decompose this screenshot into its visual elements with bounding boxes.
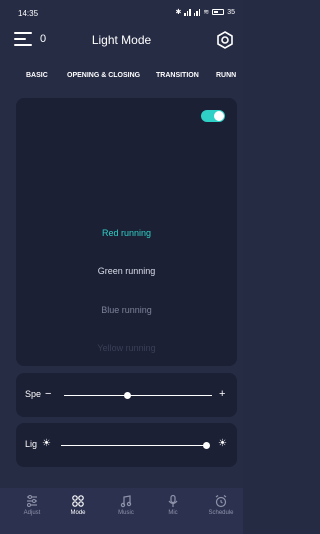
brightness-low-icon: ☀ xyxy=(42,438,51,449)
status-icons: ✱ ≋ 35 xyxy=(175,8,235,16)
alarm-clock-icon xyxy=(215,495,227,508)
nav-adjust[interactable]: Adjust xyxy=(12,494,52,516)
bottom-nav: Adjust Mode Music Mic Schedule xyxy=(0,488,243,534)
mode-icon xyxy=(72,495,84,507)
nav-mic[interactable]: Mic xyxy=(153,494,193,516)
brightness-high-icon: ☀ xyxy=(218,438,227,449)
nav-schedule[interactable]: Schedule xyxy=(201,494,241,516)
nav-mic-label: Mic xyxy=(168,510,178,516)
speed-increase-button[interactable]: + xyxy=(219,388,225,400)
nav-adjust-label: Adjust xyxy=(23,510,41,516)
signal-icon xyxy=(184,8,191,16)
speed-label: Spe xyxy=(25,389,42,399)
nav-mode-label: Mode xyxy=(70,510,86,516)
tab-opening-closing[interactable]: OPENING & CLOSING xyxy=(67,72,140,79)
brightness-label: Lig xyxy=(25,439,38,449)
music-icon xyxy=(120,495,132,508)
mic-icon xyxy=(168,494,178,507)
page-title: Light Mode xyxy=(91,33,152,47)
settings-icon[interactable] xyxy=(215,30,235,50)
brightness-slider-thumb[interactable] xyxy=(202,442,210,449)
header: 0 Light Mode xyxy=(0,26,243,56)
picker-item-yellow-running[interactable]: Yellow running xyxy=(16,343,237,353)
tab-basic[interactable]: BASIC xyxy=(26,72,48,79)
wifi-icon: ≋ xyxy=(203,9,210,16)
battery-icon xyxy=(212,9,225,15)
picker-item-blue-running[interactable]: Blue running xyxy=(16,305,237,315)
bluetooth-icon: ✱ xyxy=(175,9,182,16)
signal-icon-2 xyxy=(193,8,201,16)
mode-picker-card: Red running Green running Blue running Y… xyxy=(16,98,237,366)
mode-toggle[interactable] xyxy=(201,110,225,122)
nav-music-label: Music xyxy=(118,510,134,516)
brightness-slider-track[interactable] xyxy=(61,445,206,446)
picker-item-red-running[interactable]: Red running xyxy=(16,228,237,238)
tab-running[interactable]: RUNN xyxy=(216,72,236,79)
mode-tabs: BASIC OPENING & CLOSING TRANSITION RUNN xyxy=(0,70,243,84)
status-time: 14:35 xyxy=(18,9,39,18)
tab-transition[interactable]: TRANSITION xyxy=(156,72,199,79)
nav-music[interactable]: Music xyxy=(106,494,146,516)
speed-slider-thumb[interactable] xyxy=(124,392,132,399)
speed-slider-card: Spe − + xyxy=(16,373,237,417)
speed-slider-track[interactable] xyxy=(64,395,212,396)
picker-item-green-running[interactable]: Green running xyxy=(16,266,237,276)
brightness-slider-card: Lig ☀ ☀ xyxy=(16,423,237,467)
adjust-icon xyxy=(27,495,37,507)
app-screen: 14:35 ✱ ≋ 35 0 Light Mode BASIC OPENING … xyxy=(0,0,243,534)
status-bar: 14:35 ✱ ≋ 35 xyxy=(0,0,243,24)
battery-level: 35 xyxy=(227,8,235,16)
speed-decrease-button[interactable]: − xyxy=(45,388,51,400)
nav-mode[interactable]: Mode xyxy=(58,494,98,516)
nav-schedule-label: Schedule xyxy=(208,510,234,516)
